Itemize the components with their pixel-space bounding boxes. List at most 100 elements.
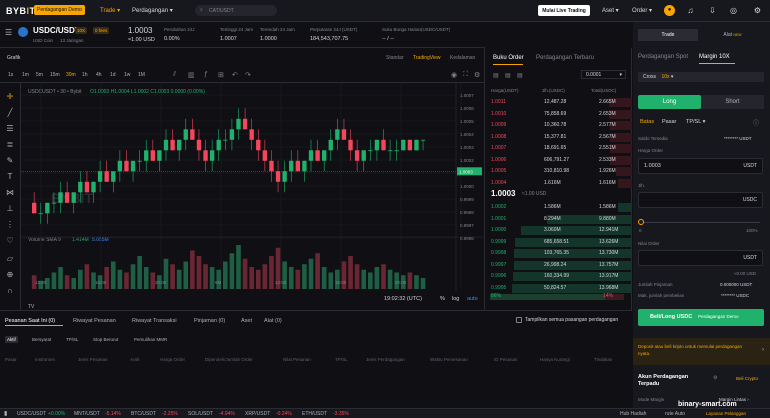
hline-icon[interactable]: ☰: [4, 124, 16, 136]
orders-tab[interactable]: Alat (0): [264, 318, 282, 324]
bid-row[interactable]: 0.9996 160,334.99 13.917M: [486, 272, 632, 281]
auto-toggle[interactable]: auto: [467, 296, 478, 302]
interval-1d[interactable]: 1d: [110, 72, 116, 78]
orders-tab[interactable]: Pesanan Saat Ini (0): [5, 318, 55, 324]
orders-tab[interactable]: Pinjaman (0): [194, 318, 225, 324]
interval-5m[interactable]: 5m: [36, 72, 43, 78]
qty-slider[interactable]: [642, 222, 760, 223]
nav-perdagangan[interactable]: Perdagangan ▾: [132, 7, 173, 14]
footer-symbol[interactable]: BTC/USDT: [131, 411, 156, 417]
interval-1s[interactable]: 1s: [8, 72, 13, 78]
slider-handle[interactable]: [638, 219, 644, 225]
percent-toggle[interactable]: %: [440, 296, 445, 302]
measure-icon[interactable]: ⊥: [4, 204, 16, 216]
zoom-icon[interactable]: ⊕: [4, 270, 16, 282]
text-icon[interactable]: T: [4, 172, 16, 184]
qty-input[interactable]: USDC: [638, 192, 763, 208]
buy-long-button[interactable]: Beli/Long USDC Perdagangan Demo: [638, 309, 764, 326]
deposit-banner[interactable]: Deposit atau beli kripto untuk memulai p…: [633, 338, 770, 365]
ask-row[interactable]: 1.0008 15,377.81 2.567M: [486, 132, 632, 142]
tab-trade[interactable]: Trade: [638, 29, 698, 41]
chart-type-icon[interactable]: ▥: [188, 71, 195, 79]
fullscreen-icon[interactable]: ⛶: [463, 71, 468, 79]
ask-row[interactable]: 1.0005 310,810.98 1.926M: [486, 167, 632, 176]
camera-icon[interactable]: ◉: [451, 71, 457, 79]
orders-subtab[interactable]: Stop Berurut: [91, 336, 120, 343]
redo-icon[interactable]: ↷: [245, 71, 251, 79]
ask-row[interactable]: 1.0007 18,691.65 2.551M: [486, 144, 632, 153]
orderbook-sell-view-icon[interactable]: ▤: [517, 72, 523, 79]
ask-row[interactable]: 1.0004 1.616M 1.616M: [486, 178, 632, 188]
customer-service[interactable]: Layanan Pelanggan: [706, 411, 746, 416]
order-type-limit[interactable]: Batas: [640, 119, 654, 125]
symbol-title[interactable]: USDC/USDT: [33, 26, 80, 35]
trendline-icon[interactable]: ╱: [4, 108, 16, 120]
bid-row[interactable]: 0.9995 50,824.57 13.968M: [486, 283, 632, 293]
heart-icon[interactable]: ♡: [4, 236, 16, 248]
footer-symbol[interactable]: ETH/USDT: [302, 411, 327, 417]
footer-symbol[interactable]: MNT/USDT: [74, 411, 100, 417]
fx-icon[interactable]: ƒ: [204, 71, 208, 78]
bell-icon[interactable]: ♫: [685, 5, 696, 16]
interval-1h[interactable]: 1h: [82, 72, 88, 78]
view-tradingview[interactable]: TradingView: [413, 55, 441, 61]
search-input[interactable]: ⌕ CAT/USDT: [195, 5, 277, 16]
bybit-logo[interactable]: BYBIT: [6, 6, 36, 16]
order-type-tpsl[interactable]: TP/SL ▾: [686, 119, 705, 125]
interval-1w[interactable]: 1w: [124, 72, 130, 78]
crosshair-icon[interactable]: ✛: [4, 92, 16, 104]
pattern-icon[interactable]: ⋈: [4, 188, 16, 200]
orderbook-buy-view-icon[interactable]: ▤: [505, 72, 511, 79]
show-all-checkbox[interactable]: [516, 317, 522, 323]
orders-tab[interactable]: Riwayat Transaksi: [132, 318, 177, 324]
ask-row[interactable]: 1.0011 12,487.28 2.665M: [486, 98, 632, 107]
orders-subtab[interactable]: TP/SL: [64, 336, 81, 343]
info-icon[interactable]: ⓘ: [753, 118, 759, 127]
interval-4h[interactable]: 4h: [96, 72, 102, 78]
orderbook-view-icon[interactable]: ▤: [493, 72, 499, 79]
tab-margin[interactable]: Margin 10X: [699, 54, 730, 60]
value-input[interactable]: USDT: [638, 250, 763, 266]
bid-row[interactable]: 0.9997 26,998.24 13.757M: [486, 260, 632, 270]
orders-subtab[interactable]: Pemulihan MMR: [132, 336, 169, 343]
interval-30m[interactable]: 30m: [66, 72, 76, 78]
view-standard[interactable]: Standar: [386, 55, 404, 61]
margin-mode-select[interactable]: Cross 10x ▾: [638, 72, 764, 82]
tab-recent-trades[interactable]: Perdagangan Terbaru: [536, 55, 594, 61]
bid-row[interactable]: 0.9998 103,765.35 13.730M: [486, 249, 632, 258]
rewards-hub[interactable]: Hub Hadiah: [620, 411, 646, 417]
long-tab[interactable]: Long: [638, 95, 701, 109]
orders-tab[interactable]: Aset: [241, 318, 252, 324]
price-chart[interactable]: BYBIT1.00071.00061.00051.00041.00031.000…: [21, 83, 485, 291]
nav-order[interactable]: Order ▾: [632, 7, 652, 14]
account-settings-icon[interactable]: ⚙: [713, 375, 717, 381]
orders-tab[interactable]: Riwayat Pesanan: [73, 318, 116, 324]
ask-row[interactable]: 1.0010 75,858.69 2.653M: [486, 109, 632, 119]
brush-icon[interactable]: ✎: [4, 156, 16, 168]
route-auto[interactable]: rute Auto: [665, 411, 685, 417]
order-type-market[interactable]: Pasar: [662, 119, 676, 125]
interval-15m[interactable]: 15m: [50, 72, 60, 78]
hamburger-icon[interactable]: ☰: [5, 28, 12, 37]
demo-trading-badge[interactable]: Perdagangan Demo: [34, 5, 85, 15]
footer-symbol[interactable]: SOL/USDT: [188, 411, 213, 417]
indicator-icon[interactable]: ⫽: [173, 71, 176, 79]
orders-subtab[interactable]: Aktif: [5, 336, 18, 343]
bid-row[interactable]: 1.0000 3.060M 12.941M: [486, 226, 632, 235]
tab-tools[interactable]: Alat NEW: [701, 29, 764, 41]
globe-icon[interactable]: ◎: [728, 5, 739, 16]
template-icon[interactable]: ⊞: [218, 71, 224, 79]
forecast-icon[interactable]: ⋮: [4, 220, 16, 232]
ask-row[interactable]: 1.0009 10,360.78 2.577M: [486, 121, 632, 130]
footer-symbol[interactable]: USDC/USDT: [17, 411, 46, 417]
view-depth[interactable]: Kedalaman: [450, 55, 475, 61]
ruler-icon[interactable]: ▱: [4, 254, 16, 266]
bid-row[interactable]: 1.0002 1.586M 1.586M: [486, 203, 632, 212]
interval-1M[interactable]: 1M: [138, 72, 145, 78]
interval-1m[interactable]: 1m: [22, 72, 29, 78]
undo-icon[interactable]: ↶: [232, 71, 238, 79]
nav-trade[interactable]: Trade ▾: [100, 7, 120, 14]
footer-symbol[interactable]: XRP/USDT: [245, 411, 270, 417]
precision-select[interactable]: 0.0001 ▾: [581, 70, 626, 79]
orders-subtab[interactable]: Bersyarat: [30, 336, 53, 343]
